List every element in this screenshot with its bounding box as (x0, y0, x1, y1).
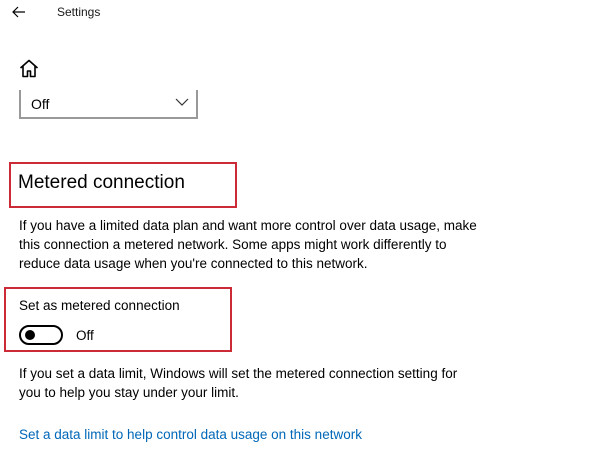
window-title: Settings (57, 5, 101, 19)
metered-toggle-label: Set as metered connection (19, 298, 180, 313)
metered-toggle[interactable] (19, 325, 63, 345)
metered-description: If you have a limited data plan and want… (19, 218, 477, 271)
toggle-state-label: Off (76, 328, 94, 343)
data-limit-link[interactable]: Set a data limit to help control data us… (19, 427, 362, 442)
dropdown-select[interactable]: Off (19, 90, 198, 119)
back-button[interactable] (8, 2, 30, 22)
home-icon (19, 59, 39, 77)
dropdown-value: Off (31, 96, 50, 112)
home-button[interactable] (17, 57, 41, 79)
chevron-down-icon (175, 98, 189, 106)
arrow-left-icon (12, 6, 25, 18)
title-bar: Settings (0, 0, 598, 26)
data-limit-info: If you set a data limit, Windows will se… (19, 366, 458, 400)
toggle-knob (25, 330, 35, 340)
section-title: Metered connection (18, 172, 185, 193)
